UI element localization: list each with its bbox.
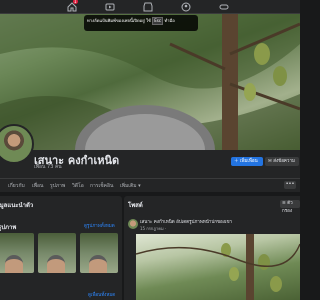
friend-count[interactable]: เพื่อน 73 คน: [34, 163, 62, 171]
posts-title: โพสต์: [128, 202, 143, 209]
tooltip-line2: ทำมือ: [164, 18, 175, 23]
tab-friends[interactable]: เพื่อน: [32, 182, 43, 190]
filter-button[interactable]: ≡ ตัวกรอง: [280, 200, 300, 214]
groups-icon[interactable]: [181, 2, 191, 12]
post-author[interactable]: เสนาะ คงกำเหนิด อัปเดตรูปภาพหน้าปกของเขา: [140, 218, 232, 225]
photo-thumbnail[interactable]: [38, 233, 76, 273]
see-all-photos-link[interactable]: ดูรูปภาพทั้งหมด: [84, 222, 115, 229]
photo-thumbnail[interactable]: [0, 233, 34, 273]
more-options-icon[interactable]: •••: [284, 181, 296, 189]
see-all-friends-link[interactable]: ดูเพื่อนทั้งหมด: [88, 291, 115, 298]
photo-thumbnail[interactable]: [80, 233, 118, 273]
message-button[interactable]: ✉ ส่งข้อความ: [265, 157, 299, 166]
post-author-avatar[interactable]: [128, 219, 138, 229]
tab-checkins[interactable]: การเช็คอิน: [90, 182, 113, 190]
tooltip-line1: ทางลัดแป้นพิมพ์ของเพจนี้เปิดอยู่ ใช้: [87, 18, 151, 23]
add-friend-label: เพิ่มเพื่อน: [239, 159, 258, 164]
message-label: ส่งข้อความ: [273, 159, 295, 164]
tab-videos[interactable]: วิดีโอ: [72, 182, 84, 190]
watch-icon[interactable]: [105, 2, 115, 12]
gaming-icon[interactable]: [219, 2, 229, 12]
post-image[interactable]: [136, 234, 300, 300]
add-friend-button[interactable]: ＋ เพิ่มเพื่อน: [231, 157, 263, 166]
home-icon[interactable]: 1: [67, 0, 78, 12]
tab-more[interactable]: เพิ่มเติม ▾: [120, 182, 141, 190]
profile-tabs: เกี่ยวกับ เพื่อน รูปภาพ วิดีโอ การเช็คอิ…: [0, 178, 300, 192]
photos-title: รูปภาพ: [0, 224, 17, 231]
tab-photos[interactable]: รูปภาพ: [50, 182, 65, 190]
post-timestamp[interactable]: 15 กรกฎาคม ·: [140, 225, 166, 232]
marketplace-icon[interactable]: [143, 2, 153, 12]
tab-about[interactable]: เกี่ยวกับ: [8, 182, 25, 190]
intro-title: ข้อมูลแนะนำตัว: [0, 202, 34, 209]
cover-photo[interactable]: [0, 14, 300, 150]
top-nav-bar: 1: [0, 0, 300, 14]
keyboard-shortcut-tooltip: ทางลัดแป้นพิมพ์ของเพจนี้เปิดอยู่ ใช้ Esc…: [84, 15, 198, 31]
tooltip-keycap[interactable]: Esc: [152, 17, 164, 25]
